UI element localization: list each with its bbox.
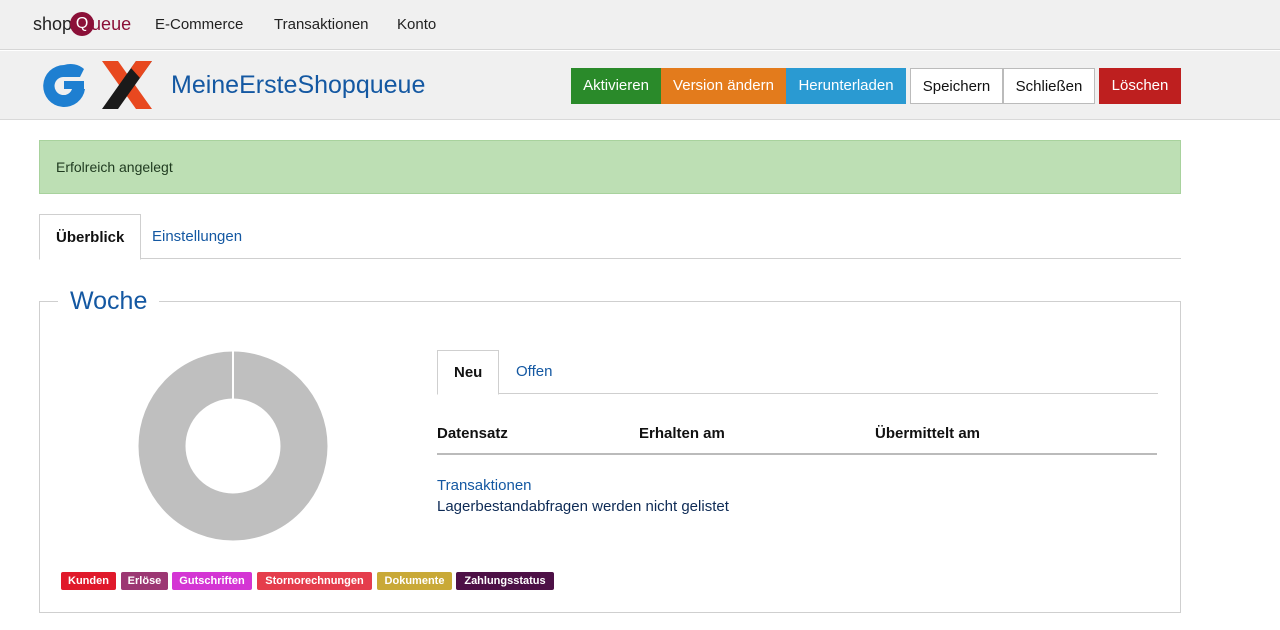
top-navbar: shop Queue E-Commerce Transaktionen Konto [0, 0, 1280, 50]
tab-offen[interactable]: Offen [500, 350, 568, 394]
close-button[interactable]: Schließen [1003, 68, 1095, 104]
shopqueue-logo[interactable]: shop Queue [33, 12, 131, 38]
download-button[interactable]: Herunterladen [786, 68, 906, 104]
change-version-button[interactable]: Version ändern [661, 68, 786, 104]
brand-text-post: ueue [91, 14, 132, 34]
column-uebermittelt-am: Übermittelt am [875, 425, 981, 442]
badge-zahlungsstatus[interactable]: Zahlungsstatus [456, 572, 554, 590]
records-table-header: Datensatz Erhalten am Übermittelt am [437, 415, 1157, 455]
success-alert: Erfolreich angelegt [39, 140, 1181, 194]
success-alert-text: Erfolreich angelegt [56, 159, 173, 175]
week-donut-chart [138, 351, 328, 541]
page-header: MeineErsteShopqueue Aktivieren Version ä… [0, 51, 1280, 120]
nav-link-transaktionen[interactable]: Transaktionen [274, 16, 369, 33]
badge-dokumente[interactable]: Dokumente [377, 572, 452, 590]
page-title: MeineErsteShopqueue [171, 71, 426, 99]
nav-link-konto[interactable]: Konto [397, 16, 436, 33]
inner-tabs: Neu Offen [437, 350, 1158, 395]
badge-erloese[interactable]: Erlöse [121, 572, 168, 590]
tab-overview[interactable]: Überblick [39, 214, 142, 260]
badge-kunden[interactable]: Kunden [61, 572, 116, 590]
save-button[interactable]: Speichern [910, 68, 1003, 104]
brand-q-letter: Q [75, 15, 89, 32]
nav-link-ecommerce[interactable]: E-Commerce [155, 16, 243, 33]
main-tabs: Überblick Einstellungen [39, 214, 1181, 260]
column-erhalten-am: Erhalten am [639, 425, 725, 442]
activate-button[interactable]: Aktivieren [571, 68, 661, 104]
inventory-queries-note: Lagerbestandabfragen werden nicht gelist… [437, 498, 729, 515]
week-panel-legend: Woche [58, 284, 160, 318]
x-logo-icon [102, 61, 152, 109]
transaktionen-link[interactable]: Transaktionen [437, 477, 532, 494]
brand-q-circle: Q [70, 12, 95, 36]
delete-button[interactable]: Löschen [1099, 68, 1181, 104]
badge-stornorechnungen[interactable]: Stornorechnungen [257, 572, 372, 590]
tab-neu[interactable]: Neu [437, 350, 500, 395]
column-datensatz: Datensatz [437, 425, 508, 442]
badge-gutschriften[interactable]: Gutschriften [172, 572, 252, 590]
g-logo-icon [43, 64, 85, 107]
tab-settings[interactable]: Einstellungen [136, 214, 258, 259]
brand-text-pre: shop [33, 14, 73, 34]
